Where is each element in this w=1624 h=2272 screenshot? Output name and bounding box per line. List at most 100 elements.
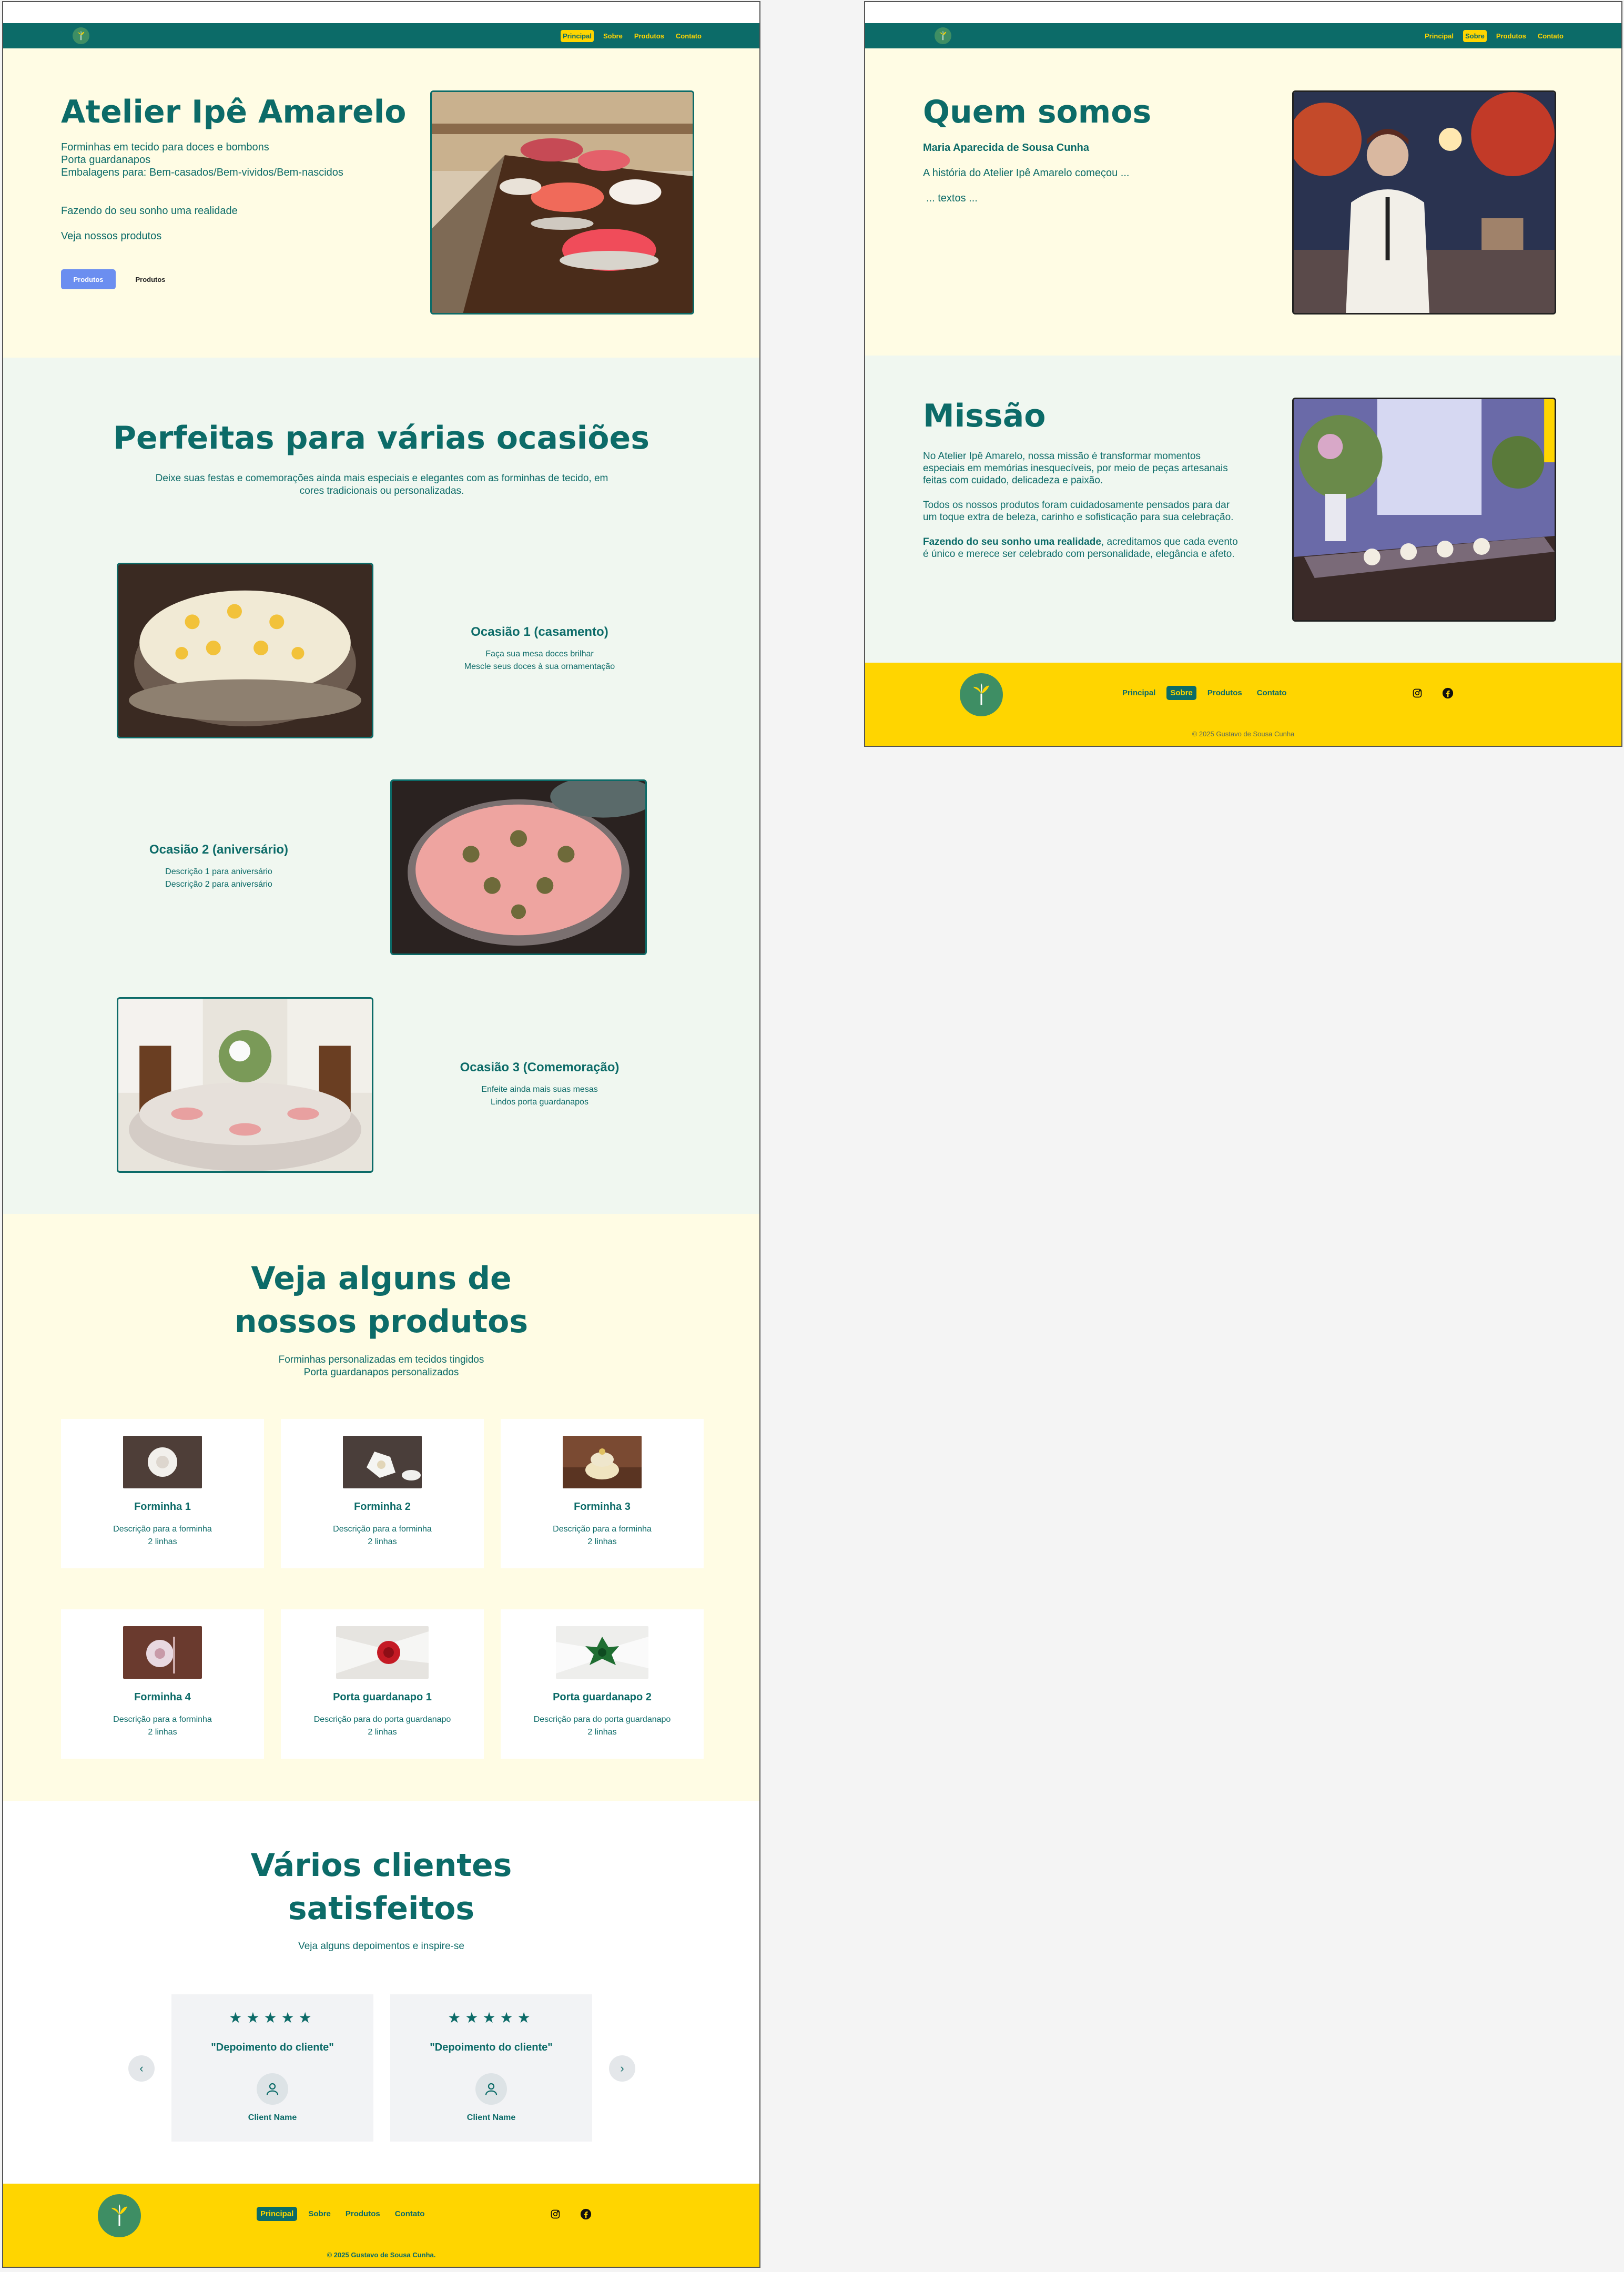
footer-nav-contato[interactable]: Contato <box>391 2207 429 2221</box>
occasion-1-text: Ocasião 1 (casamento) Faça sua mesa doce… <box>429 625 650 673</box>
product-image <box>556 1626 648 1679</box>
footer-nav-sobre[interactable]: Sobre <box>304 2207 334 2221</box>
product-card[interactable]: Forminha 4 Descrição para a forminha 2 li… <box>61 1609 264 1759</box>
hero-line: Embalagens para: Bem-casados/Bem-vividos… <box>61 167 343 178</box>
instagram-icon[interactable] <box>1411 687 1424 699</box>
top-navbar: Principal Sobre Produtos Contato <box>3 23 759 48</box>
product-image <box>123 1626 202 1679</box>
testimonial-card: ★★★★★ "Depoimento do cliente" Client Nam… <box>390 1994 592 2142</box>
nav-item-principal[interactable]: Principal <box>561 29 594 42</box>
client-name: Client Name <box>466 2113 516 2122</box>
occasions-title: Perfeitas para várias ocasiões <box>113 420 649 457</box>
footer: Principal Sobre Produtos Contato © 2025 … <box>3 2184 759 2267</box>
product-card[interactable]: Porta guardanapo 1 Descrição para do por… <box>281 1609 484 1759</box>
carousel-prev-button[interactable]: ‹ <box>128 2055 155 2082</box>
hero-line: Forminhas em tecido para doces e bombons <box>61 141 269 153</box>
product-name: Porta guardanapo 1 <box>333 1691 432 1703</box>
testimonials-section: Vários clientes satisfeitos Veja alguns … <box>3 1801 759 2184</box>
footer-logo-icon[interactable] <box>98 2194 141 2237</box>
product-name: Porta guardanapo 2 <box>553 1691 652 1703</box>
nav-item-contato[interactable]: Contato <box>1536 30 1566 42</box>
product-name: Forminha 3 <box>574 1501 631 1513</box>
product-card[interactable]: Porta guardanapo 2 Descrição para do por… <box>501 1609 704 1759</box>
products-button-secondary[interactable]: Produtos <box>123 269 178 289</box>
instagram-icon[interactable] <box>549 2208 562 2220</box>
nav-menu: Principal Sobre Produtos Contato <box>561 23 704 48</box>
nav-item-sobre[interactable]: Sobre <box>601 30 625 42</box>
nav-item-produtos[interactable]: Produtos <box>1494 30 1528 42</box>
footer-nav: Principal Sobre Produtos Contato <box>1119 686 1290 700</box>
star-rating: ★★★★★ <box>229 2010 316 2026</box>
occasion-3-text: Ocasião 3 (Comemoração) Enfeite ainda ma… <box>429 1060 650 1109</box>
footer-nav-sobre[interactable]: Sobre <box>1166 686 1196 700</box>
nav-item-produtos[interactable]: Produtos <box>632 30 666 42</box>
testimonial-quote: "Depoimento do cliente" <box>430 2042 553 2053</box>
product-card[interactable]: Forminha 1 Descrição para a forminha 2 li… <box>61 1419 264 1568</box>
occasions-section: Perfeitas para várias ocasiões Deixe sua… <box>3 358 759 1214</box>
products-subtitle: Forminhas personalizadas em tecidos ting… <box>3 1354 759 1379</box>
product-desc-line: Descrição para do porta guardanapo <box>533 1715 671 1724</box>
products-subtitle-line: Forminhas personalizadas em tecidos ting… <box>278 1354 484 1365</box>
occasion-title: Ocasião 3 (Comemoração) <box>460 1060 620 1074</box>
product-description: Descrição para do porta guardanapo 2 linh… <box>501 1713 704 1739</box>
testimonials-title: Vários clientes satisfeitos <box>3 1844 759 1930</box>
occasion-2-text: Ocasião 2 (aniversário) Descrição 1 para… <box>108 843 329 891</box>
social-links <box>549 2208 592 2220</box>
who-more: ... textos ... <box>926 192 978 204</box>
facebook-icon[interactable] <box>1442 687 1454 699</box>
footer-nav-produtos[interactable]: Produtos <box>342 2207 384 2221</box>
founder-name: Maria Aparecida de Sousa Cunha <box>923 142 1090 154</box>
client-name: Client Name <box>248 2113 297 2122</box>
about-page-frame: Principal Sobre Produtos Contato Quem so… <box>864 1 1622 747</box>
nav-item-principal[interactable]: Principal <box>1423 30 1456 42</box>
footer-nav-produtos[interactable]: Produtos <box>1204 686 1246 700</box>
product-desc-line: 2 linhas <box>587 1537 617 1546</box>
footer-nav-principal[interactable]: Principal <box>257 2207 298 2221</box>
product-desc-line: Descrição para a forminha <box>113 1525 212 1534</box>
footer-nav-principal[interactable]: Principal <box>1119 686 1159 700</box>
facebook-icon[interactable] <box>580 2208 592 2220</box>
products-subtitle-line: Porta guardanapos personalizados <box>303 1367 459 1378</box>
carousel-next-button[interactable]: › <box>609 2055 635 2082</box>
occasion-line: Faça sua mesa doces brilhar <box>485 650 594 658</box>
occasion-line: Descrição 1 para aniversário <box>165 867 272 876</box>
occasion-title: Ocasião 2 (aniversário) <box>149 843 289 857</box>
product-image <box>343 1436 422 1488</box>
product-image <box>336 1626 429 1679</box>
testimonials-title-line: Vários clientes <box>250 1847 512 1884</box>
product-name: Forminha 2 <box>354 1501 411 1513</box>
footer-nav-contato[interactable]: Contato <box>1253 686 1291 700</box>
mission-paragraph: No Atelier Ipê Amarelo, nossa missão é t… <box>923 451 1228 486</box>
occasion-celebration-image <box>117 997 373 1173</box>
hero-title: Atelier Ipê Amarelo <box>61 94 407 130</box>
hero-cta-text: Veja nossos produtos <box>61 230 162 242</box>
nav-item-sobre[interactable]: Sobre <box>1463 29 1487 42</box>
products-title-line: Veja alguns de <box>251 1260 512 1297</box>
testimonials-title-line: satisfeitos <box>288 1890 475 1927</box>
logo-icon[interactable] <box>73 27 89 44</box>
product-card[interactable]: Forminha 2 Descrição para a forminha 2 li… <box>281 1419 484 1568</box>
occasion-line: Mescle seus doces à sua ornamentação <box>464 662 615 671</box>
footer-logo-icon[interactable] <box>960 673 1003 716</box>
testimonial-quote: "Depoimento do cliente" <box>211 2042 334 2053</box>
product-desc-line: 2 linhas <box>148 1728 177 1737</box>
top-navbar: Principal Sobre Produtos Contato <box>865 23 1621 48</box>
logo-icon[interactable] <box>935 27 951 44</box>
founder-photo <box>1292 90 1556 315</box>
product-image <box>563 1436 642 1488</box>
nav-menu: Principal Sobre Produtos Contato <box>1423 23 1566 48</box>
occasion-line: Enfeite ainda mais suas mesas <box>481 1085 598 1094</box>
hero-description: Forminhas em tecido para doces e bombons… <box>61 141 343 179</box>
hero-sweets-table-image <box>430 90 694 315</box>
home-page-frame: Principal Sobre Produtos Contato Atelier… <box>2 1 760 2268</box>
mission-title: Missão <box>923 398 1046 434</box>
nav-item-contato[interactable]: Contato <box>674 30 704 42</box>
footer-nav: Principal Sobre Produtos Contato <box>257 2207 428 2221</box>
product-description: Descrição para a forminha 2 linhas <box>501 1523 704 1548</box>
testimonial-card: ★★★★★ "Depoimento do cliente" Client Nam… <box>171 1994 373 2142</box>
social-links <box>1411 687 1454 699</box>
products-button-primary[interactable]: Produtos <box>61 269 116 289</box>
product-name: Forminha 4 <box>134 1691 191 1703</box>
product-card[interactable]: Forminha 3 Descrição para a forminha 2 li… <box>501 1419 704 1568</box>
mission-event-photo <box>1292 398 1556 622</box>
